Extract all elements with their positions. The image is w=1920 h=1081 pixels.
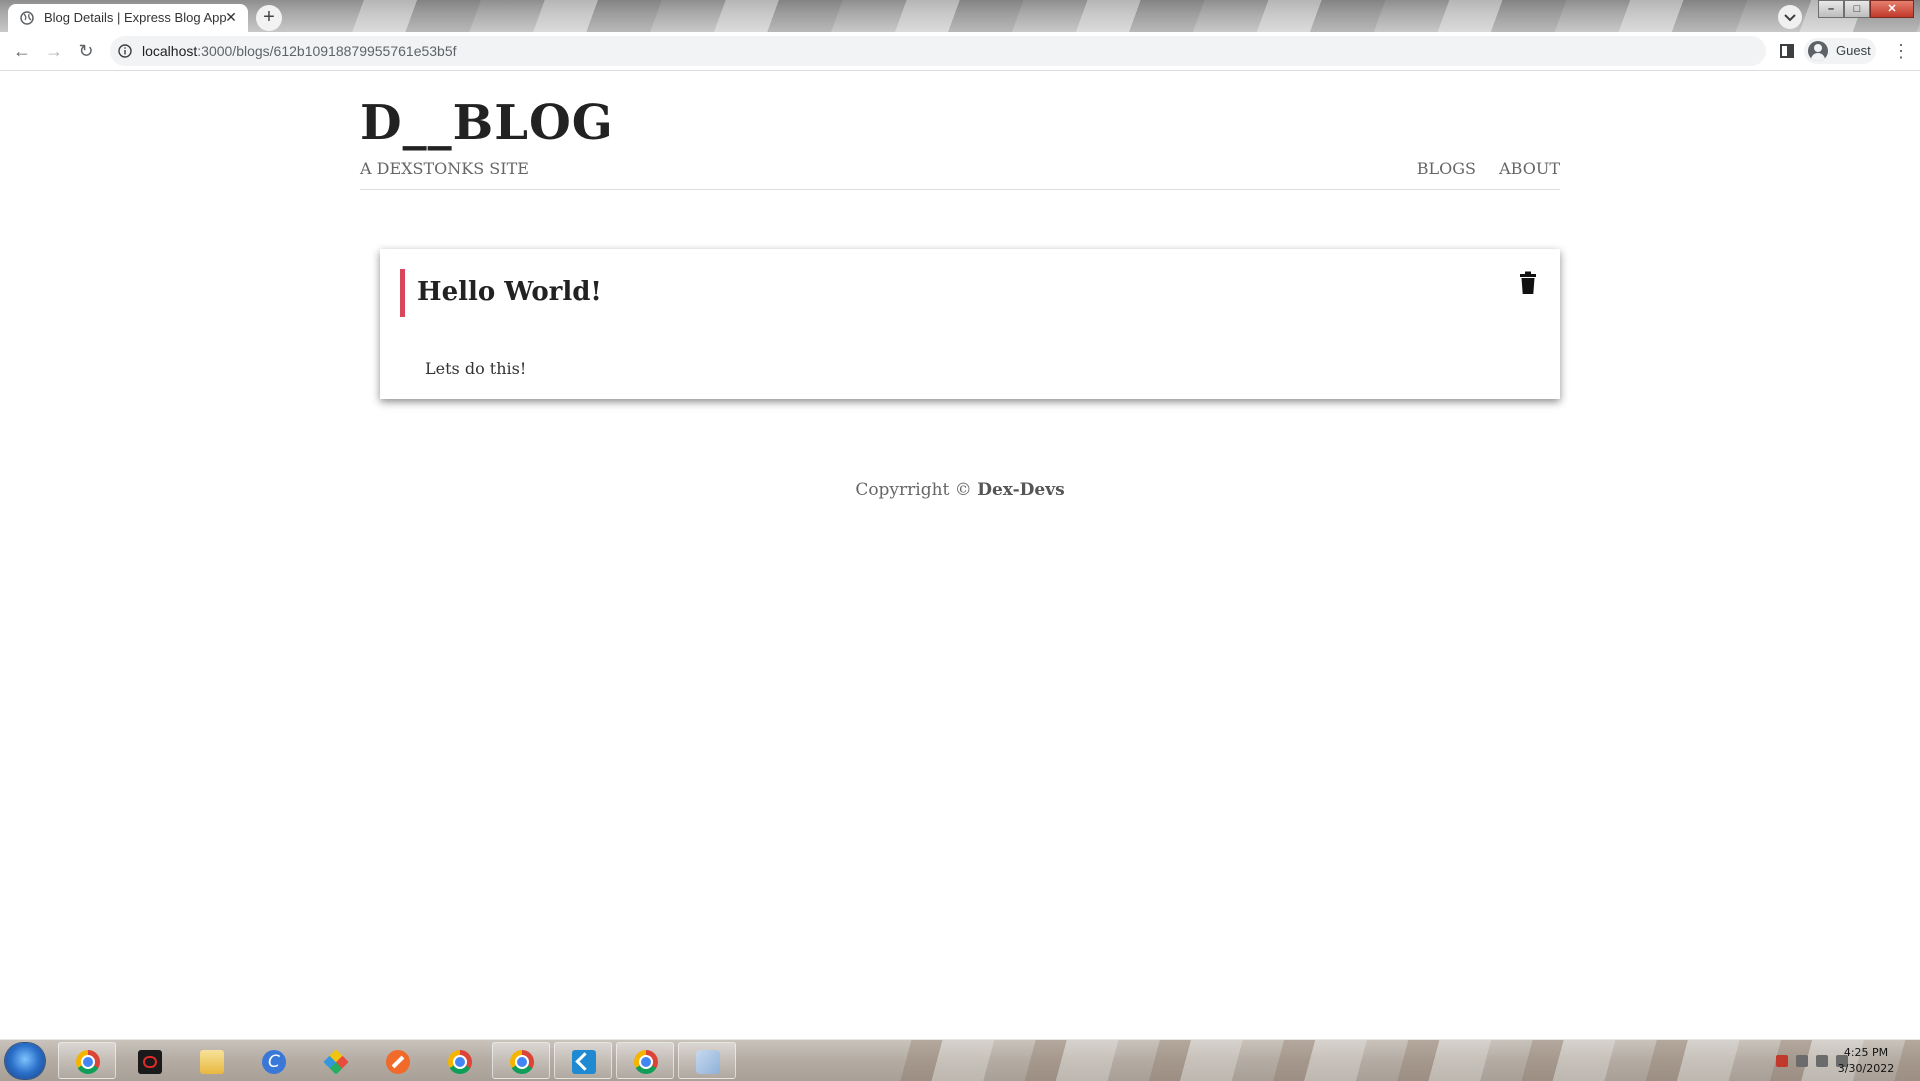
taskbar-app-chrome-3[interactable] bbox=[492, 1042, 550, 1079]
os-taskbar: 4:25 PM 3/30/2022 bbox=[0, 1039, 1920, 1081]
folder-icon bbox=[200, 1050, 224, 1074]
network-icon[interactable] bbox=[1816, 1055, 1828, 1067]
site-subtitle: A DEXSTONKS SITE bbox=[360, 159, 529, 178]
site-footer: Copyrright © Dex-Devs bbox=[0, 480, 1920, 500]
post-body: Lets do this! bbox=[425, 359, 527, 378]
blog-details-card: Hello World! Lets do this! bbox=[380, 249, 1560, 399]
taskbar-app-chrome-2[interactable] bbox=[430, 1042, 488, 1079]
tab-title: Blog Details | Express Blog App bbox=[44, 10, 227, 25]
chevron-down-icon bbox=[1784, 14, 1796, 22]
git-diamond-icon bbox=[323, 1049, 349, 1075]
kebab-menu-icon[interactable]: ⋮ bbox=[1892, 41, 1910, 61]
system-tray: 4:25 PM 3/30/2022 bbox=[1720, 1040, 1920, 1081]
footer-copyright: Copyrright © bbox=[855, 480, 978, 500]
maximize-icon: □ bbox=[1853, 3, 1861, 15]
taskbar-app-file-explorer[interactable] bbox=[182, 1042, 240, 1079]
footer-brand: Dex-Devs bbox=[977, 480, 1065, 500]
taskbar-app-garena[interactable] bbox=[120, 1042, 178, 1079]
close-icon: ✕ bbox=[1887, 3, 1897, 15]
taskbar-app-chrome[interactable] bbox=[58, 1042, 116, 1079]
nav-link-about[interactable]: ABOUT bbox=[1499, 159, 1560, 178]
reload-button[interactable]: ↻ bbox=[74, 39, 98, 63]
window-maximize-button[interactable]: □ bbox=[1844, 0, 1870, 18]
trash-icon[interactable] bbox=[1518, 271, 1538, 295]
taskbar-app-git-gui[interactable] bbox=[306, 1042, 364, 1079]
profile-button[interactable]: Guest bbox=[1804, 38, 1876, 64]
minimize-icon: – bbox=[1827, 3, 1835, 15]
garena-icon bbox=[138, 1050, 162, 1074]
clock-date: 3/30/2022 bbox=[1837, 1062, 1895, 1075]
page-viewport: D__BLOG A DEXSTONKS SITE BLOGS ABOUT Hel… bbox=[0, 71, 1920, 1039]
paint-icon bbox=[696, 1050, 720, 1074]
profile-label: Guest bbox=[1836, 43, 1871, 58]
sublime-icon bbox=[386, 1050, 410, 1074]
browser-toolbar: ← → ↻ localhost:3000/blogs/612b109188799… bbox=[0, 32, 1920, 71]
avatar-icon bbox=[1808, 41, 1828, 61]
vscode-icon bbox=[572, 1050, 596, 1074]
info-icon[interactable] bbox=[118, 44, 132, 58]
chrome-icon bbox=[510, 1050, 534, 1074]
network-globe-icon[interactable] bbox=[1796, 1055, 1808, 1067]
site-header: D__BLOG A DEXSTONKS SITE BLOGS ABOUT bbox=[360, 95, 1560, 190]
taskbar-app-vscode[interactable] bbox=[554, 1042, 612, 1079]
tab-search-button[interactable] bbox=[1778, 5, 1802, 29]
title-accent-bar bbox=[400, 269, 405, 317]
window-minimize-button[interactable]: – bbox=[1818, 0, 1844, 18]
site-title[interactable]: D__BLOG bbox=[360, 95, 614, 151]
clock-time: 4:25 PM bbox=[1843, 1046, 1889, 1059]
system-clock[interactable]: 4:25 PM 3/30/2022 bbox=[1836, 1045, 1896, 1077]
url-host: localhost bbox=[142, 43, 198, 59]
browser-tab-strip: Blog Details | Express Blog App ✕ + – □ … bbox=[0, 0, 1920, 32]
new-tab-button[interactable]: + bbox=[256, 5, 282, 31]
forward-button[interactable]: → bbox=[42, 39, 66, 63]
globe-icon bbox=[20, 11, 34, 25]
chrome-icon bbox=[448, 1050, 472, 1074]
site-nav: BLOGS ABOUT bbox=[1399, 159, 1560, 178]
back-button[interactable]: ← bbox=[10, 39, 34, 63]
window-close-button[interactable]: ✕ bbox=[1870, 0, 1914, 18]
taskbar-app-paint[interactable] bbox=[678, 1042, 736, 1079]
url-text[interactable]: localhost:3000/blogs/612b10918879955761e… bbox=[142, 43, 457, 59]
chrome-icon bbox=[634, 1050, 658, 1074]
nav-link-blogs[interactable]: BLOGS bbox=[1417, 159, 1476, 178]
taskbar-app-ccleaner[interactable] bbox=[244, 1042, 302, 1079]
ccleaner-icon bbox=[262, 1050, 286, 1074]
chrome-icon bbox=[76, 1050, 100, 1074]
taskbar-app-sublime[interactable] bbox=[368, 1042, 426, 1079]
post-title: Hello World! bbox=[417, 277, 602, 307]
tab-close-button[interactable]: ✕ bbox=[222, 8, 240, 26]
start-button[interactable] bbox=[5, 1043, 45, 1079]
address-bar[interactable]: localhost:3000/blogs/612b10918879955761e… bbox=[110, 36, 1766, 66]
url-path: :3000/blogs/612b10918879955761e53b5f bbox=[197, 43, 457, 59]
taskbar-app-chrome-4[interactable] bbox=[616, 1042, 674, 1079]
browser-tab[interactable]: Blog Details | Express Blog App ✕ bbox=[8, 4, 248, 32]
action-center-flag-icon[interactable] bbox=[1776, 1055, 1788, 1067]
side-panel-icon[interactable] bbox=[1780, 44, 1794, 58]
